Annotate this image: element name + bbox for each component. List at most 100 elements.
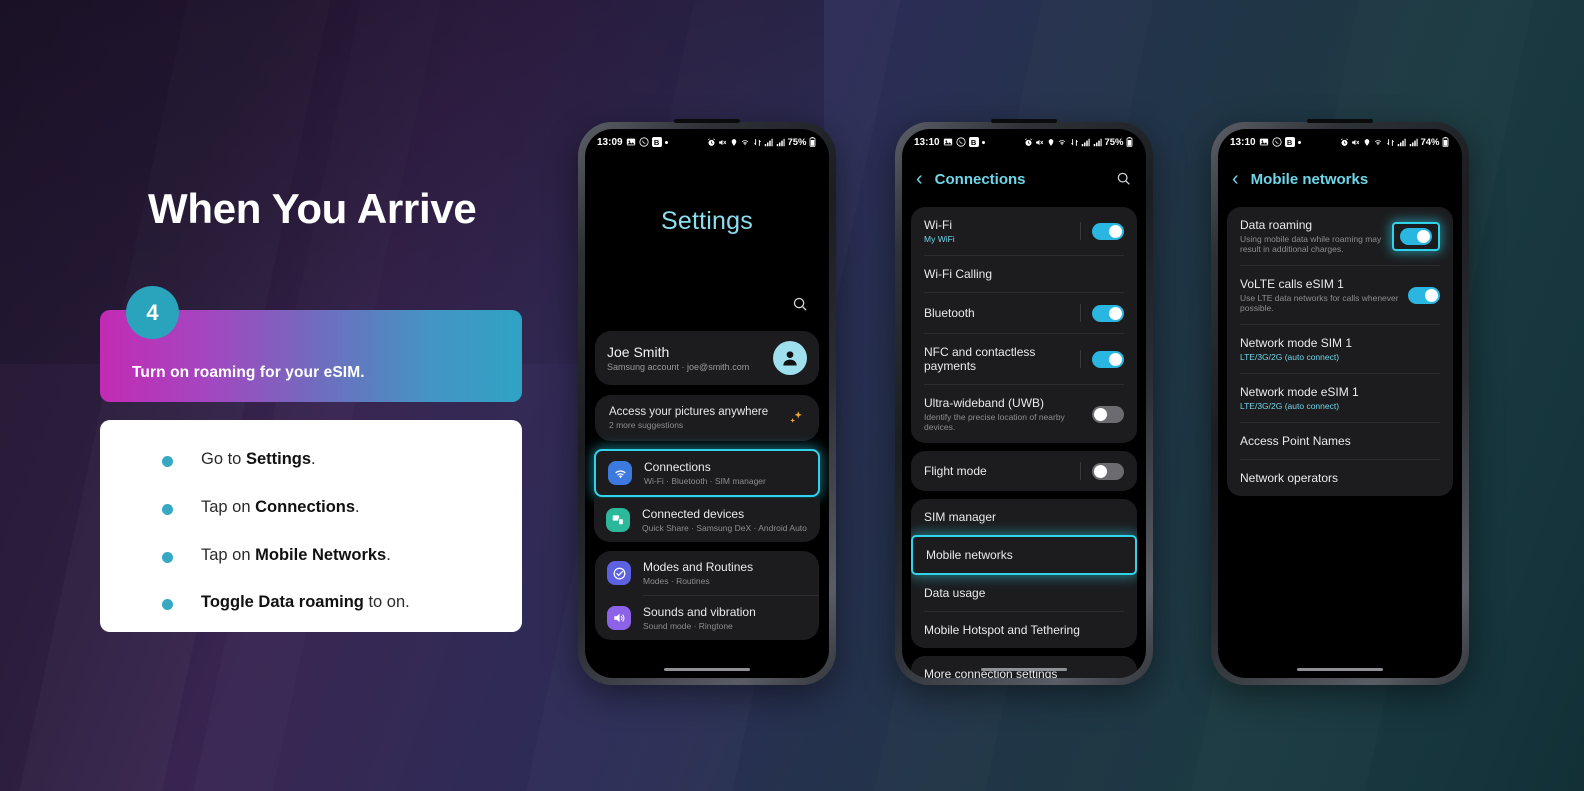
sidebar-item-sounds-and-vibration[interactable]: Sounds and vibration Sound mode · Ringto… bbox=[595, 596, 819, 640]
wifi-icon bbox=[740, 138, 750, 147]
chevron-left-icon[interactable]: ‹ bbox=[1232, 169, 1239, 189]
item-subtitle: My WiFi bbox=[924, 234, 955, 244]
list-item-access-point-names[interactable]: Access Point Names bbox=[1227, 423, 1453, 459]
app-badge-icon: B bbox=[968, 137, 979, 147]
data-transfer-icon bbox=[753, 138, 762, 147]
list-item-mobile-networks[interactable]: Mobile networks bbox=[911, 535, 1137, 575]
list-item: Tap on Mobile Networks. bbox=[124, 546, 498, 566]
bullet-dot-icon bbox=[162, 503, 173, 515]
mobile-networks-group: Data roaming Using mobile data while roa… bbox=[1227, 207, 1453, 496]
battery-percent: 75% bbox=[787, 136, 807, 148]
list-item-wifi-calling[interactable]: Wi-Fi Calling bbox=[911, 256, 1137, 292]
highlight-box-data-roaming bbox=[1392, 221, 1440, 251]
bullet-bold: Connections bbox=[255, 497, 356, 516]
location-icon bbox=[730, 138, 738, 147]
data-transfer-icon bbox=[1386, 138, 1395, 147]
step-headline: Turn on roaming for your eSIM. bbox=[132, 364, 365, 381]
list-item-nfc[interactable]: NFC and contactless payments bbox=[911, 334, 1137, 384]
signal-sim2-icon bbox=[1093, 138, 1102, 147]
sidebar-item-connections[interactable]: Connections Wi-Fi · Bluetooth · SIM mana… bbox=[594, 449, 820, 497]
search-icon[interactable] bbox=[792, 296, 809, 313]
signal-sim2-icon bbox=[1409, 138, 1418, 147]
screen-title: Settings bbox=[661, 207, 753, 235]
list-item-network-mode-sim1[interactable]: Network mode SIM 1 LTE/3G/2G (auto conne… bbox=[1227, 325, 1453, 373]
item-subtitle: Identify the precise location of nearby … bbox=[924, 412, 1065, 432]
list-item: Toggle Data roaming to on. bbox=[124, 593, 498, 613]
gallery-icon bbox=[1259, 137, 1269, 147]
list-item-volte-calls[interactable]: VoLTE calls eSIM 1 Use LTE data networks… bbox=[1227, 266, 1453, 324]
item-title: Flight mode bbox=[924, 464, 987, 478]
list-item-flight-mode[interactable]: Flight mode bbox=[911, 451, 1137, 491]
mute-icon bbox=[1351, 138, 1360, 147]
sparkles-icon bbox=[787, 409, 805, 427]
home-indicator bbox=[981, 667, 1067, 671]
account-subtitle: Samsung account · joe@smith.com bbox=[607, 362, 750, 372]
battery-icon bbox=[809, 137, 816, 147]
list-item-bluetooth[interactable]: Bluetooth bbox=[911, 293, 1137, 333]
alarm-icon bbox=[1024, 137, 1033, 147]
list-item-network-operators[interactable]: Network operators bbox=[1227, 460, 1453, 496]
item-title: Data roaming bbox=[1240, 218, 1313, 232]
bullet-post: . bbox=[355, 497, 360, 516]
item-title: VoLTE calls eSIM 1 bbox=[1240, 277, 1344, 291]
bullet-pre: Tap on bbox=[201, 497, 256, 516]
bullet-pre: Go to bbox=[201, 450, 246, 468]
bullet-dot-icon bbox=[162, 551, 173, 563]
account-row[interactable]: Joe Smith Samsung account · joe@smith.co… bbox=[595, 331, 819, 385]
bullet-bold: Settings bbox=[245, 450, 312, 468]
item-subtitle: Use LTE data networks for calls whenever… bbox=[1240, 293, 1399, 313]
toggle-nfc[interactable] bbox=[1092, 350, 1124, 368]
status-time: 13:10 bbox=[1230, 136, 1256, 148]
toggle-wifi[interactable] bbox=[1092, 222, 1124, 240]
item-title: Connected devices bbox=[642, 507, 745, 521]
step-number-badge: 4 bbox=[126, 286, 179, 339]
item-title: Mobile Hotspot and Tethering bbox=[924, 623, 1080, 637]
list-item-sim-manager[interactable]: SIM manager bbox=[911, 499, 1137, 535]
signal-sim2-icon bbox=[776, 138, 785, 147]
home-indicator bbox=[1297, 667, 1383, 671]
search-icon[interactable] bbox=[1116, 171, 1132, 187]
page-title: Connections bbox=[934, 170, 1026, 188]
item-title: Connections bbox=[644, 460, 711, 474]
sidebar-item-modes-and-routines[interactable]: Modes and Routines Modes · Routines bbox=[595, 551, 819, 595]
list-item-data-usage[interactable]: Data usage bbox=[911, 575, 1137, 611]
connections-group-flight: Flight mode bbox=[911, 451, 1137, 491]
list-item-uwb[interactable]: Ultra-wideband (UWB) Identify the precis… bbox=[911, 385, 1137, 443]
home-indicator bbox=[664, 667, 750, 671]
wifi-icon bbox=[1057, 138, 1067, 147]
item-title: Wi-Fi Calling bbox=[924, 267, 993, 281]
suggestion-card[interactable]: Access your pictures anywhere 2 more sug… bbox=[595, 395, 819, 441]
settings-group-modes: Modes and Routines Modes · Routines Soun… bbox=[595, 551, 819, 640]
signal-sim1-icon bbox=[1397, 138, 1407, 147]
list-item: Tap on Connections. bbox=[124, 498, 498, 518]
bullet-post: . bbox=[386, 545, 391, 564]
app-badge-icon: B bbox=[1284, 137, 1295, 147]
location-icon bbox=[1047, 138, 1055, 147]
chevron-left-icon[interactable]: ‹ bbox=[916, 169, 923, 189]
bullet-pre: Tap on bbox=[201, 545, 256, 564]
item-title: Modes and Routines bbox=[643, 560, 754, 574]
list-item: Go to Settings. bbox=[124, 450, 498, 470]
item-title: Wi-Fi bbox=[924, 218, 952, 232]
list-item-wifi[interactable]: Wi-Fi My WiFi bbox=[911, 207, 1137, 255]
whatsapp-icon bbox=[638, 137, 649, 147]
screen-header: ‹ Connections bbox=[902, 155, 1146, 203]
toggle-uwb[interactable] bbox=[1092, 405, 1124, 423]
toggle-volte[interactable] bbox=[1408, 286, 1440, 304]
mute-icon bbox=[718, 138, 727, 147]
toggle-flight-mode[interactable] bbox=[1092, 462, 1124, 480]
toggle-data-roaming[interactable] bbox=[1400, 227, 1432, 245]
list-item-network-mode-esim1[interactable]: Network mode eSIM 1 LTE/3G/2G (auto conn… bbox=[1227, 374, 1453, 422]
avatar[interactable] bbox=[773, 341, 807, 375]
status-dot-icon bbox=[1297, 140, 1301, 144]
signal-sim1-icon bbox=[1081, 138, 1091, 147]
sidebar-item-connected-devices[interactable]: Connected devices Quick Share · Samsung … bbox=[594, 498, 820, 542]
item-title: Network mode eSIM 1 bbox=[1240, 385, 1359, 399]
toggle-bluetooth[interactable] bbox=[1092, 304, 1124, 322]
mute-icon bbox=[1035, 138, 1044, 147]
bullet-bold: Toggle Data roaming bbox=[201, 593, 364, 612]
app-badge-icon: B bbox=[651, 137, 662, 147]
earpiece-speaker bbox=[674, 119, 740, 123]
list-item-data-roaming[interactable]: Data roaming Using mobile data while roa… bbox=[1227, 207, 1453, 265]
list-item-hotspot-tethering[interactable]: Mobile Hotspot and Tethering bbox=[911, 612, 1137, 648]
